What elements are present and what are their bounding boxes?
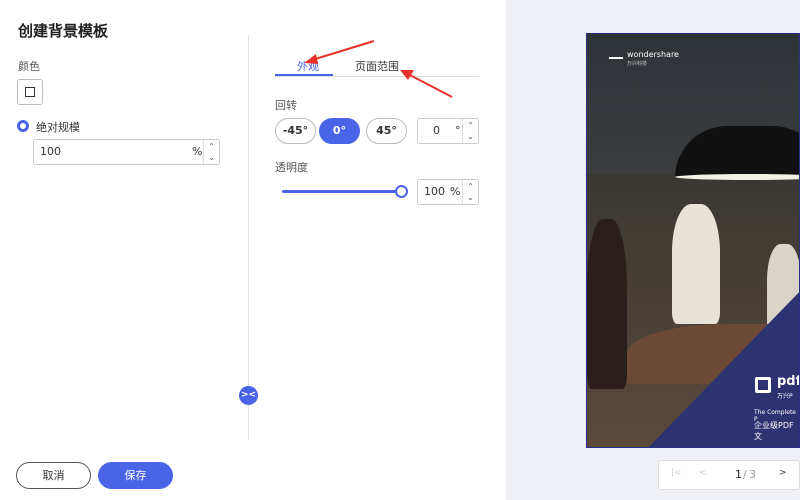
chevron-up-icon[interactable]: ⌃ [463,181,478,192]
active-tab-indicator [275,74,333,76]
rotate-minus-45-button[interactable]: -45° [275,118,316,144]
chevron-down-icon[interactable]: ⌄ [204,152,219,163]
opacity-label: 透明度 [275,161,308,174]
save-button[interactable]: 保存 [98,462,173,489]
next-page-button[interactable]: > [779,468,787,478]
rotate-0-button[interactable]: 0° [319,118,360,144]
scale-value: 100 [40,145,61,158]
first-page-button[interactable]: |< [671,468,682,478]
opacity-slider-track[interactable] [282,190,400,193]
rotation-stepper[interactable]: ⌃ ⌄ [462,119,478,143]
rotation-value: 0 [433,124,440,137]
page-navigator: |< < 1 / 3 > [658,460,800,490]
brand-subtitle: 万兴科技 [627,61,648,67]
product-subtitle: 万兴P [777,393,793,400]
chevron-up-icon[interactable]: ⌃ [204,141,219,152]
annotation-arrow-icon [400,70,453,98]
total-pages: 3 [749,468,756,481]
brand-name: wondershare [627,50,679,59]
cancel-button[interactable]: 取消 [16,462,91,489]
opacity-stepper[interactable]: ⌃ ⌄ [462,180,478,204]
chevron-down-icon[interactable]: ⌄ [463,131,478,142]
rotation-label: 回转 [275,99,297,112]
opacity-slider-handle[interactable] [395,185,408,198]
absolute-scale-radio[interactable] [17,120,29,132]
panel-divider [248,35,249,440]
rotation-input[interactable]: 0 ° ⌃ ⌄ [417,118,479,144]
absolute-scale-label: 绝对规模 [36,121,80,134]
page-separator: / [743,468,747,481]
chevron-up-icon[interactable]: ⌃ [463,120,478,131]
color-swatch [25,87,35,97]
opacity-input[interactable]: 100 % ⌃ ⌄ [417,179,479,205]
chevron-down-icon[interactable]: ⌄ [463,192,478,203]
opacity-value: 100 [424,185,445,198]
brand-logo: wondershare [609,50,679,59]
dialog-title: 创建背景模板 [18,22,109,40]
pdfelement-logo-icon [755,377,771,393]
annotation-arrow-icon [304,40,375,64]
scale-input[interactable]: 100 % ⌃ ⌄ [33,139,220,165]
product-name: pdf [777,374,800,389]
collapse-panel-button[interactable]: >< [239,386,258,405]
color-label: 颜色 [18,60,40,73]
scale-unit: % [192,145,203,158]
color-picker-button[interactable] [17,79,43,105]
rotation-unit: ° [455,124,461,137]
prev-page-button[interactable]: < [699,468,707,478]
slogan-chinese: 企业级PDF文 [754,421,794,441]
opacity-unit: % [450,185,461,198]
background-template-dialog: 创建背景模板 颜色 绝对规模 100 % ⌃ ⌄ >< 外观 页面范围 回转 -… [0,0,506,500]
preview-panel: wondershare 万兴科技 pdf 万兴P The Complete P … [506,0,800,500]
scale-stepper[interactable]: ⌃ ⌄ [203,140,219,164]
wondershare-logo-icon [609,51,623,59]
document-page-preview: wondershare 万兴科技 pdf 万兴P The Complete P … [586,33,800,448]
rotate-45-button[interactable]: 45° [366,118,407,144]
person-figure [587,219,627,389]
current-page[interactable]: 1 [735,468,742,481]
